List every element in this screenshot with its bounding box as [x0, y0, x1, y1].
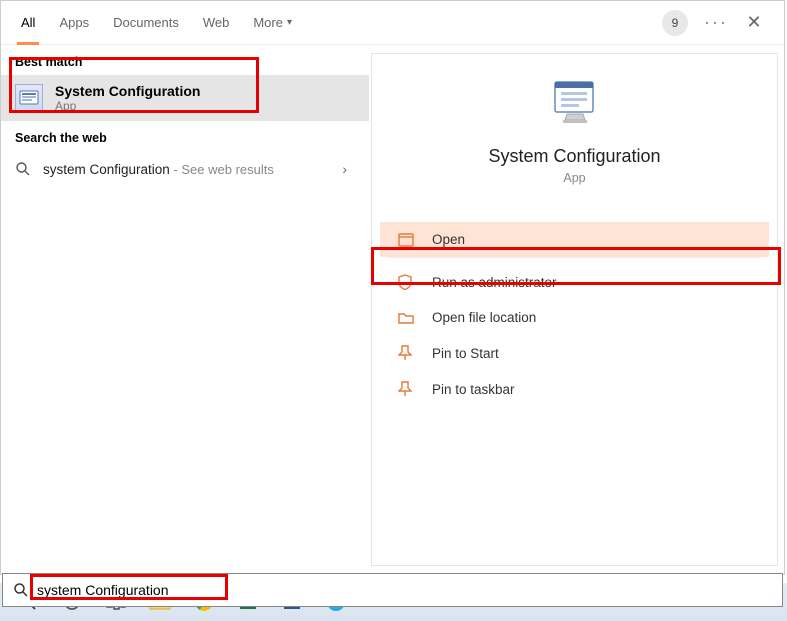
action-open-location-label: Open file location [432, 310, 536, 325]
tab-apps[interactable]: Apps [47, 1, 101, 45]
search-input-bar[interactable] [2, 573, 783, 607]
open-icon [398, 233, 416, 247]
action-pin-taskbar-label: Pin to taskbar [432, 382, 515, 397]
result-subtitle: App [55, 99, 200, 113]
close-icon[interactable]: ✕ [744, 12, 764, 33]
header-more-icon[interactable]: ··· [704, 12, 728, 33]
system-configuration-icon [15, 84, 43, 112]
search-icon [15, 161, 31, 177]
admin-shield-icon [398, 274, 416, 290]
action-open-location[interactable]: Open file location [380, 300, 769, 335]
tab-web[interactable]: Web [191, 1, 242, 45]
action-list: Open Run as administrator Open file loc [372, 222, 777, 407]
tab-more[interactable]: More [241, 1, 304, 45]
action-pin-taskbar[interactable]: Pin to taskbar [380, 371, 769, 407]
preview-subtitle: App [563, 171, 585, 185]
search-icon [13, 582, 29, 598]
search-tabs: All Apps Documents Web More 9 ··· ✕ [1, 1, 784, 45]
search-web-header: Search the web [1, 121, 369, 151]
preview-title: System Configuration [488, 146, 660, 167]
folder-icon [398, 311, 416, 325]
chevron-right-icon: › [342, 161, 347, 177]
action-pin-start-label: Pin to Start [432, 346, 499, 361]
web-result-query: system Configuration - See web results [43, 162, 274, 177]
web-result-item[interactable]: system Configuration - See web results › [1, 151, 369, 187]
best-match-header: Best match [1, 45, 369, 75]
result-system-configuration[interactable]: System Configuration App [1, 75, 369, 121]
tab-all[interactable]: All [9, 1, 47, 45]
result-title: System Configuration [55, 83, 200, 99]
action-open[interactable]: Open [380, 222, 769, 257]
tab-documents[interactable]: Documents [101, 1, 191, 45]
action-open-label: Open [432, 232, 465, 247]
search-input[interactable] [37, 582, 772, 598]
results-column: Best match System Configuration App Sear… [1, 45, 369, 574]
pin-start-icon [398, 345, 416, 361]
action-run-admin[interactable]: Run as administrator [380, 264, 769, 300]
action-pin-start[interactable]: Pin to Start [380, 335, 769, 371]
preview-app-icon [547, 74, 603, 130]
preview-panel: System Configuration App Open [371, 53, 778, 566]
pin-taskbar-icon [398, 381, 416, 397]
action-run-admin-label: Run as administrator [432, 275, 557, 290]
header-badge[interactable]: 9 [662, 10, 688, 36]
